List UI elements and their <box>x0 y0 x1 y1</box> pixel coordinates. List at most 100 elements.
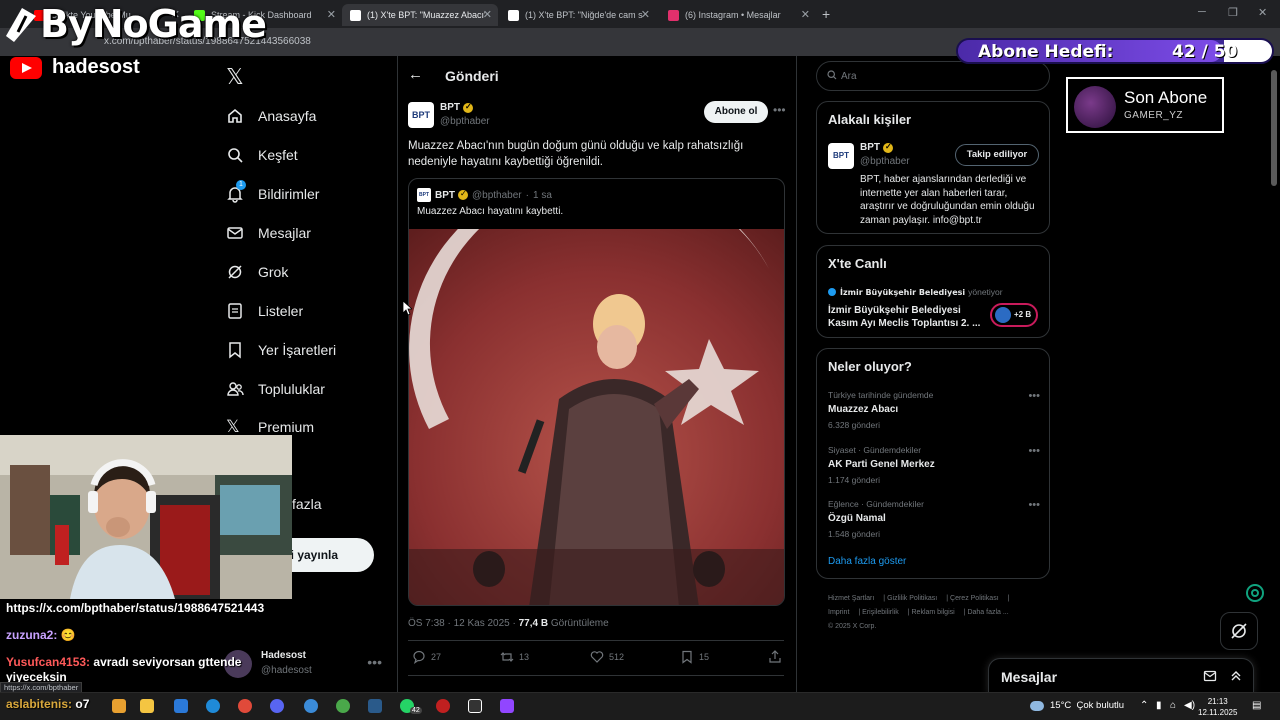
show-more-link[interactable]: Daha fazla göster <box>828 556 906 567</box>
people-icon <box>226 380 244 398</box>
more-dots-icon[interactable]: ••• <box>367 654 382 670</box>
person-handle[interactable]: @bpthaber <box>860 156 910 167</box>
share-button[interactable] <box>768 650 787 664</box>
repost-icon <box>500 652 514 662</box>
close-icon[interactable]: ✕ <box>801 8 810 21</box>
more-dots-icon[interactable]: ••• <box>773 103 786 117</box>
live-participants[interactable]: +2 B <box>990 303 1038 327</box>
nav-item-bookmarks[interactable]: Yer İşaretleri <box>226 338 336 362</box>
live-source: İzmir Büyükşehir Belediyesi yönetiyor <box>828 287 1003 297</box>
nav-item-more[interactable]: fazla <box>292 496 322 512</box>
window-close-button[interactable]: ✕ <box>1258 6 1267 19</box>
close-icon[interactable]: ✕ <box>327 8 336 21</box>
back-arrow-icon[interactable]: ← <box>408 66 423 83</box>
trend-count: 6.328 gönderi <box>828 420 880 430</box>
weather-widget[interactable]: 15°C Çok bulutlu <box>1030 700 1124 711</box>
grok-button[interactable] <box>1220 612 1258 650</box>
person-name[interactable]: BPT <box>860 142 893 153</box>
live-source-suffix: yönetiyor <box>968 287 1003 297</box>
volume-icon[interactable]: ◀) <box>1184 700 1195 711</box>
quote-avatar: BPT <box>417 188 431 202</box>
more-dots-icon[interactable]: ••• <box>1028 445 1040 457</box>
x-logo-icon <box>508 9 519 21</box>
app-icon[interactable] <box>112 699 126 713</box>
post-photo[interactable] <box>409 229 785 606</box>
store-icon[interactable] <box>174 699 188 713</box>
chat-user: Yusufcan4153 <box>6 655 87 669</box>
edge-icon[interactable] <box>206 699 220 713</box>
footer-link[interactable]: Gizlilik Politikası <box>887 595 937 602</box>
browser-tab[interactable]: (6) Instagram • Mesajlar ✕ <box>660 4 816 26</box>
network-icon[interactable]: ⌂ <box>1170 700 1176 711</box>
discord-icon[interactable] <box>270 699 284 713</box>
obs-icon[interactable] <box>436 699 450 713</box>
more-dots-icon[interactable]: ••• <box>1028 390 1040 402</box>
clock[interactable]: 21:13 12.11.2025 <box>1198 696 1237 718</box>
verified-icon <box>463 102 473 113</box>
repost-button[interactable]: 13 <box>500 650 529 664</box>
chrome-icon[interactable] <box>238 699 252 713</box>
nav-item-notifications[interactable]: 1 Bildirimler <box>226 180 319 206</box>
maximize-button[interactable]: ❐ <box>1228 6 1238 19</box>
chevron-up-icon[interactable] <box>1229 669 1243 683</box>
view-count: 77,4 B <box>518 618 549 629</box>
messages-drawer[interactable]: Mesajlar <box>988 658 1254 694</box>
browser-tab-active[interactable]: (1) X'te BPT: "Muazzez Abacı'nın✕ <box>342 4 498 26</box>
footer-link[interactable]: Çerez Politikası <box>950 595 999 602</box>
trend-item[interactable]: Türkiye tarihinde gündemde Muazzez Abacı… <box>828 390 1040 430</box>
quote-author: BPT <box>435 189 455 201</box>
nav-item-lists[interactable]: Listeler <box>226 299 303 323</box>
live-card[interactable]: X'te Canlı İzmir Büyükşehir Belediyesi yö… <box>816 245 1050 338</box>
avatar[interactable]: BPT <box>828 143 854 169</box>
like-button[interactable]: 512 <box>590 650 624 664</box>
quoted-post[interactable]: BPT BPT @bpthaber · 1 sa Muazzez Abacı h… <box>408 178 785 606</box>
nav-item-explore[interactable]: Keşfet <box>226 143 298 167</box>
live-title: İzmir Büyükşehir Belediyesi Kasım Ayı Me… <box>828 305 981 329</box>
bookmark-button[interactable]: 15 <box>680 650 709 664</box>
author-avatar[interactable]: BPT <box>408 102 434 128</box>
x-logo-icon[interactable]: 𝕏 <box>226 64 244 90</box>
nav-label: Listeler <box>258 303 304 319</box>
chatgpt-icon[interactable] <box>1244 582 1266 604</box>
browser-tab[interactable]: (1) X'te BPT: "Niğde'de cam sile ✕ <box>500 4 656 26</box>
footer-link[interactable]: Erişilebilirlik <box>862 609 899 616</box>
scrollbar-thumb[interactable] <box>1271 70 1277 186</box>
channel-name: hadesost <box>52 56 140 78</box>
nav-item-grok[interactable]: Grok <box>226 260 288 284</box>
quote-separator: · <box>525 189 529 201</box>
compose-message-icon[interactable] <box>1203 669 1217 683</box>
subscribe-button[interactable]: Abone ol <box>704 101 768 123</box>
epic-icon[interactable] <box>468 699 482 713</box>
nav-label: Anasayfa <box>258 108 317 124</box>
steam-icon[interactable] <box>368 699 382 713</box>
nav-item-home[interactable]: Anasayfa <box>226 104 316 128</box>
tab-label: (1) X'te BPT: "Muazzez Abacı'nın <box>367 10 485 20</box>
minimize-button[interactable]: ─ <box>1198 6 1206 18</box>
nav-item-communities[interactable]: Topluluklar <box>226 377 325 401</box>
chevron-up-icon[interactable]: ⌃ <box>1140 700 1148 711</box>
nav-item-messages[interactable]: Mesajlar <box>226 221 311 245</box>
file-explorer-icon[interactable] <box>140 699 154 713</box>
search-input[interactable]: Ara <box>816 61 1050 91</box>
author-handle[interactable]: @bpthaber <box>440 116 490 127</box>
whatsapp-badge: 42 <box>410 707 422 714</box>
following-button[interactable]: Takip ediliyor <box>955 144 1039 166</box>
footer-link[interactable]: Imprint <box>828 609 849 616</box>
notification-center-icon[interactable]: ▤ <box>1252 700 1261 711</box>
author-name[interactable]: BPT <box>440 102 473 113</box>
trend-item[interactable]: Eğlence · Gündemdekiler Özgü Namal 1.548… <box>828 499 1040 539</box>
more-dots-icon[interactable]: ••• <box>1028 499 1040 511</box>
close-icon[interactable]: ✕ <box>641 8 650 21</box>
microphone-icon[interactable]: ▮ <box>1156 700 1162 711</box>
footer-link[interactable]: Reklam bilgisi <box>912 609 955 616</box>
app-icon[interactable] <box>500 699 514 713</box>
close-icon[interactable]: ✕ <box>483 8 492 21</box>
footer-link[interactable]: Hizmet Şartları <box>828 595 874 602</box>
chrome-icon[interactable] <box>336 699 350 713</box>
reply-button[interactable]: 27 <box>412 650 441 664</box>
new-tab-button[interactable]: + <box>822 6 830 22</box>
footer-link[interactable]: Daha fazla ... <box>967 609 1008 616</box>
trend-item[interactable]: Siyaset · Gündemdekiler AK Parti Genel M… <box>828 445 1040 485</box>
scrollbar[interactable] <box>1270 66 1278 692</box>
app-icon[interactable] <box>304 699 318 713</box>
